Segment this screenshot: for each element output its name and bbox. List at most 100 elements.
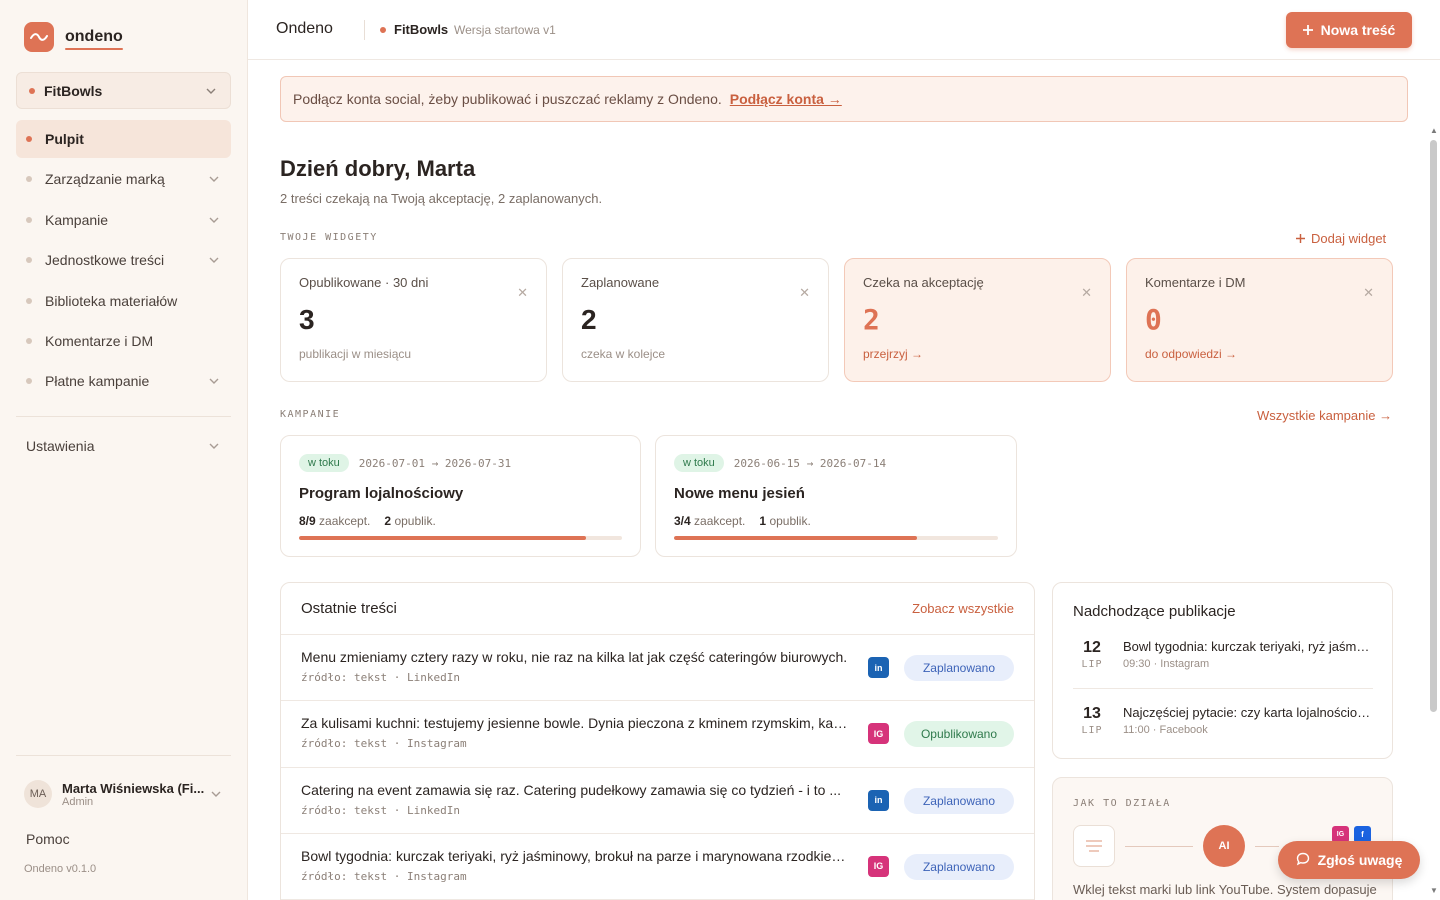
- feedback-button[interactable]: Zgłoś uwagę: [1278, 841, 1420, 879]
- campaign-card[interactable]: w toku 2026-06-15 → 2026-07-14 Nowe menu…: [655, 435, 1017, 557]
- campaign-progress: [674, 536, 998, 540]
- widget-title: Komentarze i DM: [1145, 275, 1246, 290]
- scroll-down-arrow-icon[interactable]: ▼: [1429, 886, 1439, 895]
- table-row[interactable]: Menu zmieniamy cztery razy w roku, nie r…: [281, 635, 1034, 702]
- widget-title: Zaplanowane: [581, 275, 660, 290]
- campaign-dates: 2026-06-15 → 2026-07-14: [733, 456, 887, 470]
- user-role: Admin: [62, 795, 94, 808]
- add-widget-button[interactable]: Dodaj widget: [1296, 231, 1386, 246]
- connect-accounts-banner: Podłącz konta social, żeby publikować i …: [280, 76, 1408, 122]
- brand-selector-label: FitBowls: [44, 82, 103, 99]
- nav-dot-icon: [26, 136, 32, 142]
- accepted-label: zaakcept.: [319, 514, 371, 528]
- accepted-count: 3/4: [674, 514, 691, 528]
- table-row[interactable]: Catering na event zamawia się raz. Cater…: [281, 768, 1034, 834]
- brand-dot-icon: [29, 87, 35, 94]
- widget-value: 3: [299, 304, 315, 335]
- connect-accounts-link[interactable]: Podłącz konta →: [730, 91, 842, 107]
- widget-reply-link[interactable]: do odpowiedzi →: [1145, 347, 1374, 361]
- sidebar-item-brand-management[interactable]: Zarządzanie marką: [16, 160, 231, 198]
- avatar: MA: [24, 780, 52, 808]
- nav-dot-icon: [26, 257, 32, 264]
- widget-title: Opublikowane · 30 dni: [299, 275, 429, 290]
- sidebar-item-campaigns[interactable]: Kampanie: [16, 201, 231, 239]
- widget-review-link[interactable]: przejrzyj →: [863, 347, 1092, 361]
- logo-text: ondeno: [65, 28, 123, 50]
- date-month: LIP: [1081, 659, 1103, 670]
- table-row[interactable]: Bowl tygodnia: kurczak teriyaki, ryż jaś…: [281, 834, 1034, 900]
- breadcrumb-version: Wersja startowa v1: [454, 23, 556, 37]
- sidebar-item-pulpit[interactable]: Pulpit: [16, 120, 231, 158]
- widget-awaiting-approval[interactable]: Czeka na akceptację ✕ 2 przejrzyj →: [844, 258, 1111, 382]
- sidebar-item-library[interactable]: Biblioteka materiałów: [16, 282, 231, 320]
- chevron-down-icon: [207, 253, 221, 267]
- user-name: Marta Wiśniewska (Fi...: [62, 780, 205, 796]
- widget-subtitle: czeka w kolejce: [581, 347, 666, 361]
- sidebar-divider: [16, 755, 231, 756]
- how-it-works-label: JAK TO DZIAŁA: [1073, 798, 1171, 809]
- greeting: Dzień dobry, Marta: [280, 156, 476, 181]
- nav-dot-icon: [26, 378, 32, 385]
- sidebar-item-label: Komentarze i DM: [45, 332, 154, 349]
- widgets-section-label: TWOJE WIDGETY: [280, 232, 378, 243]
- table-row[interactable]: Za kulisami kuchni: testujemy jesienne b…: [281, 701, 1034, 768]
- list-item[interactable]: 12 LIP Bowl tygodnia: kurczak teriyaki, …: [1073, 639, 1373, 695]
- accepted-count: 8/9: [299, 514, 316, 528]
- published-label: opublik.: [394, 514, 436, 528]
- sidebar-item-paid-campaigns[interactable]: Płatne kampanie: [16, 362, 231, 400]
- sidebar-item-comments[interactable]: Komentarze i DM: [16, 322, 231, 360]
- ai-icon: AI: [1203, 825, 1245, 867]
- status-badge: Zaplanowano: [904, 655, 1014, 681]
- how-it-works-panel: JAK TO DZIAŁA AI IG f Wklej tekst marki …: [1052, 777, 1393, 900]
- nav-dot-icon: [26, 337, 32, 344]
- instagram-icon: IG: [868, 855, 889, 877]
- campaign-progress-fill: [674, 536, 917, 540]
- campaign-stats: 3/4 zaakcept. 1 opublik.: [674, 514, 998, 528]
- widget-comments-dm[interactable]: Komentarze i DM ✕ 0 do odpowiedzi →: [1126, 258, 1393, 382]
- chevron-down-icon: [207, 213, 221, 227]
- sidebar-item-settings[interactable]: Ustawienia: [16, 428, 231, 464]
- widget-subtitle: publikacji w miesiącu: [299, 347, 412, 361]
- new-content-button[interactable]: Nowa treść: [1286, 12, 1412, 48]
- user-menu[interactable]: MA Marta Wiśniewska (Fi... Admin: [16, 773, 231, 815]
- widget-scheduled[interactable]: Zaplanowane ✕ 2 czeka w kolejce: [562, 258, 829, 382]
- feedback-label: Zgłoś uwagę: [1317, 852, 1403, 868]
- date-day: 13: [1083, 705, 1101, 722]
- breadcrumb-brand[interactable]: FitBowls: [380, 22, 448, 37]
- close-icon[interactable]: ✕: [1081, 285, 1092, 301]
- close-icon[interactable]: ✕: [1363, 285, 1374, 301]
- date-month: LIP: [1081, 725, 1103, 736]
- see-all-link[interactable]: Zobacz wszystkie: [912, 601, 1014, 616]
- chat-bubble-icon: [1296, 852, 1310, 869]
- breadcrumb-brand-label: FitBowls: [394, 22, 449, 37]
- help-link[interactable]: Pomoc: [26, 831, 70, 847]
- brand-selector[interactable]: FitBowls: [16, 72, 231, 109]
- logo[interactable]: ondeno: [24, 22, 123, 52]
- sidebar-item-label: Zarządzanie marką: [45, 171, 165, 188]
- list-item[interactable]: 13 LIP Najczęściej pytacie: czy karta lo…: [1073, 705, 1373, 761]
- accepted-label: zaakcept.: [694, 514, 746, 528]
- status-badge: Zaplanowano: [904, 853, 1014, 880]
- content-title: Menu zmieniamy cztery razy w roku, nie r…: [301, 649, 848, 665]
- sidebar-item-label: Pulpit: [45, 131, 84, 147]
- widget-published[interactable]: Opublikowane · 30 dni ✕ 3 publikacji w m…: [280, 258, 547, 382]
- close-icon[interactable]: ✕: [517, 285, 528, 301]
- scrollbar-thumb[interactable]: [1430, 140, 1437, 712]
- published-count: 2: [384, 514, 392, 528]
- linkedin-icon: in: [868, 789, 889, 811]
- date-day: 12: [1083, 639, 1101, 656]
- chevron-down-icon: [204, 84, 218, 98]
- scroll-up-arrow-icon[interactable]: ▲: [1429, 126, 1439, 135]
- flow-line: [1255, 846, 1279, 847]
- chevron-down-icon: [207, 172, 221, 186]
- all-campaigns-link[interactable]: Wszystkie kampanie →: [1257, 408, 1392, 423]
- topbar-divider: [364, 20, 365, 40]
- campaign-card[interactable]: w toku 2026-07-01 → 2026-07-31 Program l…: [280, 435, 641, 557]
- widget-title: Czeka na akceptację: [863, 275, 984, 290]
- close-icon[interactable]: ✕: [799, 285, 810, 301]
- sidebar-item-single-content[interactable]: Jednostkowe treści: [16, 241, 231, 279]
- sidebar-item-label: Ustawienia: [26, 438, 95, 454]
- linkedin-icon: in: [868, 657, 889, 678]
- nav-dot-icon: [26, 216, 32, 223]
- published-label: opublik.: [769, 514, 811, 528]
